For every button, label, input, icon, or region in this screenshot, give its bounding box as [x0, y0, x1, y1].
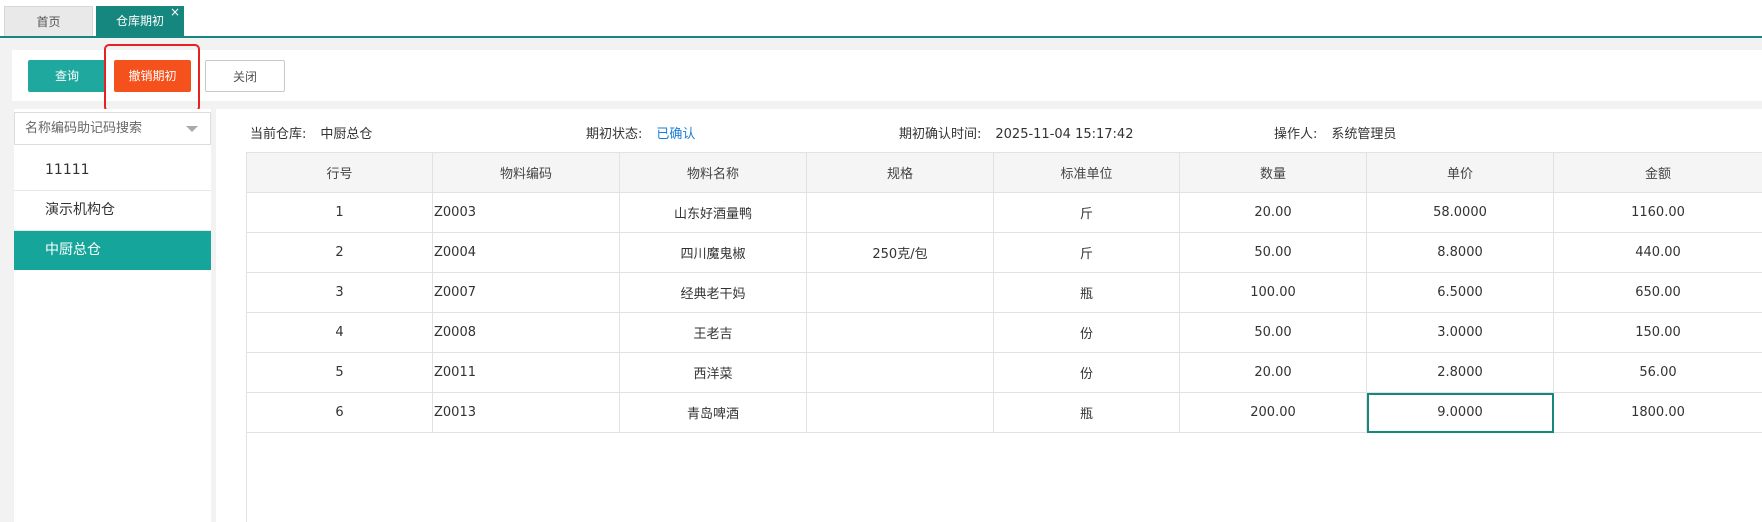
cell-material-code[interactable]: Z0013 — [432, 392, 620, 433]
cell-quantity[interactable]: 50.00 — [1179, 312, 1367, 353]
opening-stock-table: 行号 物料编码 物料名称 规格 标准单位 数量 单价 金额 1 Z0003 山东好酒量鸭斤 20.0… — [246, 152, 1762, 433]
table-body: 1 Z0003 山东好酒量鸭斤 20.00 58.0000 1160.00 2 Z0004 四川… — [246, 192, 1762, 433]
cell-unit[interactable]: 份 — [993, 312, 1180, 353]
cell-material-code[interactable]: Z0011 — [432, 352, 620, 393]
cell-unit-price[interactable]: 9.0000 — [1366, 392, 1554, 433]
chevron-down-icon[interactable] — [186, 126, 198, 132]
operator-label: 操作人: — [1274, 127, 1318, 142]
cell-spec[interactable] — [806, 352, 994, 393]
opening-status: 期初状态: 已确认 — [586, 123, 695, 142]
table-row[interactable]: 6 Z0013 青岛啤酒 瓶 200.00 9.0000 1800.00 — [246, 392, 1762, 433]
column-header-row-number[interactable]: 行号 — [246, 152, 433, 193]
table-header-row: 行号 物料编码 物料名称 规格 标准单位 数量 单价 金额 — [246, 152, 1762, 193]
warehouse-item[interactable]: 演示机构仓 — [14, 191, 211, 231]
cell-spec[interactable] — [806, 272, 994, 313]
cell-quantity[interactable]: 100.00 — [1179, 272, 1367, 313]
cell-unit[interactable]: 斤 — [993, 192, 1180, 233]
cell-unit-price[interactable]: 3.0000 — [1366, 312, 1554, 353]
column-header-material-code[interactable]: 物料编码 — [432, 152, 620, 193]
cell-spec[interactable] — [806, 312, 994, 353]
warehouse-list: 11111 演示机构仓 中厨总仓 — [14, 151, 211, 270]
warehouse-search-input[interactable]: 名称编码助记码搜索 — [14, 112, 211, 145]
warehouse-panel: 名称编码助记码搜索 11111 演示机构仓 中厨总仓 — [14, 109, 211, 522]
column-header-unit[interactable]: 标准单位 — [993, 152, 1180, 193]
cell-material-name[interactable]: 山东好酒量鸭 — [619, 192, 807, 233]
cell-row-number[interactable]: 1 — [246, 192, 433, 233]
operator-value: 系统管理员 — [1331, 127, 1397, 142]
cell-amount[interactable]: 56.00 — [1553, 352, 1762, 393]
cell-quantity[interactable]: 20.00 — [1179, 352, 1367, 393]
confirm-time: 期初确认时间: 2025-11-04 15:17:42 — [899, 123, 1133, 142]
cell-quantity[interactable]: 50.00 — [1179, 232, 1367, 273]
cell-quantity[interactable]: 20.00 — [1179, 192, 1367, 233]
cell-unit-price[interactable]: 2.8000 — [1366, 352, 1554, 393]
cell-material-name[interactable]: 王老吉 — [619, 312, 807, 353]
tab-home[interactable]: 首页 — [4, 6, 93, 36]
cancel-opening-button[interactable]: 撤销期初 — [114, 60, 191, 92]
cell-amount[interactable]: 1160.00 — [1553, 192, 1762, 233]
cell-unit[interactable]: 瓶 — [993, 272, 1180, 313]
current-warehouse-label: 当前仓库: — [250, 127, 307, 142]
cell-row-number[interactable]: 6 — [246, 392, 433, 433]
table-empty-area — [246, 432, 1762, 522]
cell-row-number[interactable]: 4 — [246, 312, 433, 353]
cell-unit[interactable]: 瓶 — [993, 392, 1180, 433]
toolbar: 查询 撤销期初 关闭 — [12, 50, 1762, 101]
table-row[interactable]: 2 Z0004 四川魔鬼椒 250克/包斤 50.00 8.8000 440.00 — [246, 232, 1762, 273]
close-button[interactable]: 关闭 — [205, 60, 285, 92]
cell-amount[interactable]: 1800.00 — [1553, 392, 1762, 433]
query-button[interactable]: 查询 — [28, 60, 106, 92]
cell-spec[interactable]: 250克/包 — [806, 232, 994, 273]
cell-unit-price[interactable]: 6.5000 — [1366, 272, 1554, 313]
cell-row-number[interactable]: 5 — [246, 352, 433, 393]
cell-row-number[interactable]: 2 — [246, 232, 433, 273]
opening-status-value: 已确认 — [656, 127, 696, 142]
table-row[interactable]: 3 Z0007 经典老干妈 瓶 100.00 6.5000 650.00 — [246, 272, 1762, 313]
table-row[interactable]: 4 Z0008 王老吉 份 50.00 3.0000 150.00 — [246, 312, 1762, 353]
cell-material-name[interactable]: 西洋菜 — [619, 352, 807, 393]
tab-label: 仓库期初 — [115, 14, 164, 28]
current-warehouse-value: 中厨总仓 — [320, 127, 373, 142]
table-row[interactable]: 5 Z0011 西洋菜 份 20.00 2.8000 56.00 — [246, 352, 1762, 393]
cell-unit-price[interactable]: 8.8000 — [1366, 232, 1554, 273]
column-header-quantity[interactable]: 数量 — [1179, 152, 1367, 193]
column-header-spec[interactable]: 规格 — [806, 152, 994, 193]
column-header-unit-price[interactable]: 单价 — [1366, 152, 1554, 193]
cell-material-code[interactable]: Z0003 — [432, 192, 620, 233]
cell-spec[interactable] — [806, 392, 994, 433]
warehouse-item[interactable]: 中厨总仓 — [14, 231, 211, 270]
cell-unit[interactable]: 份 — [993, 352, 1180, 393]
cell-row-number[interactable]: 3 — [246, 272, 433, 313]
cell-material-code[interactable]: Z0004 — [432, 232, 620, 273]
cell-amount[interactable]: 650.00 — [1553, 272, 1762, 313]
opening-status-label: 期初状态: — [586, 127, 643, 142]
cell-material-code[interactable]: Z0007 — [432, 272, 620, 313]
cell-quantity[interactable]: 200.00 — [1179, 392, 1367, 433]
cell-material-code[interactable]: Z0008 — [432, 312, 620, 353]
cell-material-name[interactable]: 经典老干妈 — [619, 272, 807, 313]
tab-bar: 首页 仓库期初 × — [0, 0, 1762, 38]
column-header-amount[interactable]: 金额 — [1553, 152, 1762, 193]
cell-amount[interactable]: 440.00 — [1553, 232, 1762, 273]
cell-unit[interactable]: 斤 — [993, 232, 1180, 273]
column-header-material-name[interactable]: 物料名称 — [619, 152, 807, 193]
confirm-time-value: 2025-11-04 15:17:42 — [995, 127, 1134, 142]
operator: 操作人: 系统管理员 — [1274, 123, 1396, 142]
cell-material-name[interactable]: 青岛啤酒 — [619, 392, 807, 433]
cell-amount[interactable]: 150.00 — [1553, 312, 1762, 353]
table-row[interactable]: 1 Z0003 山东好酒量鸭 斤 20.00 58.0000 1160.00 — [246, 192, 1762, 233]
cell-material-name[interactable]: 四川魔鬼椒 — [619, 232, 807, 273]
close-icon[interactable]: × — [170, 0, 180, 27]
current-warehouse: 当前仓库: 中厨总仓 — [250, 123, 372, 142]
warehouse-item[interactable]: 11111 — [14, 151, 211, 191]
cell-unit-price[interactable]: 58.0000 — [1366, 192, 1554, 233]
cell-spec[interactable] — [806, 192, 994, 233]
confirm-time-label: 期初确认时间: — [899, 127, 982, 142]
search-placeholder: 名称编码助记码搜索 — [25, 121, 143, 136]
tab-warehouse-opening[interactable]: 仓库期初 × — [96, 5, 184, 36]
